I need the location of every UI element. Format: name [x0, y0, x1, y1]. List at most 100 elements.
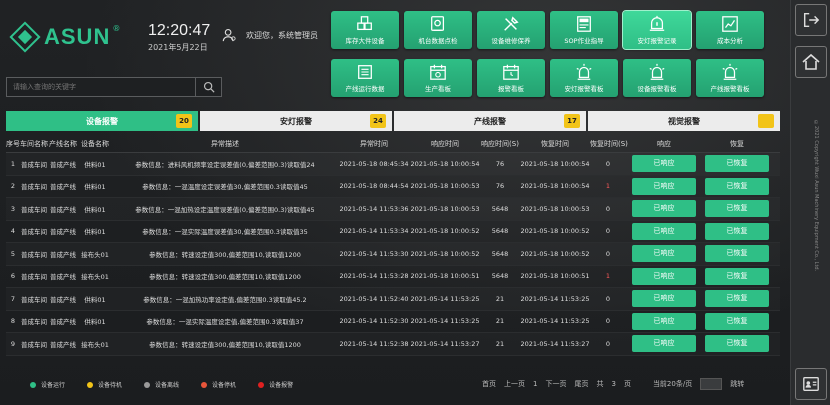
search-button[interactable]	[195, 78, 221, 96]
tab-count-badge: 20	[176, 114, 192, 128]
menu-tile-production-board[interactable]: 生产看板	[404, 59, 472, 97]
device-alarm-icon	[649, 63, 665, 80]
table-cell: 2021-05-18 10:00:52	[520, 249, 590, 258]
table-cell: 5648	[491, 227, 509, 236]
responded-button[interactable]: 已响应	[632, 245, 696, 263]
legend-dot	[258, 381, 265, 388]
menu-tile-line-alarm-board[interactable]: 产线报警看板	[696, 59, 764, 97]
legend-dot	[87, 381, 94, 388]
menu-tile-line-data[interactable]: 产线运行数据	[331, 59, 399, 97]
tab-label: 视觉报警	[668, 116, 700, 126]
table-cell: 8	[10, 317, 16, 326]
contact-card-button[interactable]	[795, 368, 827, 400]
responded-button[interactable]: 已响应	[632, 290, 696, 308]
last-page-link[interactable]: 尾页	[574, 379, 588, 389]
recovered-button[interactable]: 已恢复	[705, 312, 769, 330]
table-cell: 接布头01	[81, 250, 109, 259]
column-header: 恢复	[730, 139, 744, 148]
tab-andon-alarm[interactable]: 安灯报警 24	[200, 111, 392, 131]
goto-page-input[interactable]	[700, 378, 723, 390]
responded-button[interactable]: 已响应	[632, 267, 696, 285]
table-row: 5 普成车间 普成产线 接布头01 参数信息：转速设定值300,偏差范围10,读取值12…	[6, 243, 780, 266]
brand-name: ASUN	[44, 24, 111, 49]
recovered-button[interactable]: 已恢复	[705, 290, 769, 308]
tab-label: 产线报警	[474, 116, 506, 126]
search-bar	[6, 77, 222, 97]
tile-label: 安灯报警看板	[564, 85, 604, 93]
table-cell: 0	[605, 249, 611, 258]
table-cell: 5	[10, 249, 16, 258]
clock: 12:20:47 2021年5月22日	[148, 22, 210, 53]
table-cell: 21	[495, 317, 505, 326]
recovery-cell: 已恢复	[702, 290, 772, 308]
tile-label: 设备报警看板	[637, 85, 677, 93]
table-cell: 2021-05-18 10:00:52	[520, 227, 590, 236]
sop-doc-icon	[577, 16, 591, 32]
menu-tile-inventory[interactable]: 库存大件设备	[331, 11, 399, 49]
recovered-button[interactable]: 已恢复	[705, 335, 769, 353]
table-cell: 参数信息：一混温度设定误差值30,偏差范围0.3读取值45	[142, 183, 308, 192]
alarm-bell-icon	[649, 15, 665, 31]
menu-tile-andon-board[interactable]: 安灯报警看板	[550, 59, 618, 97]
recovered-button[interactable]: 已恢复	[705, 200, 769, 218]
table-header: 序号 车间名称 产线名称 设备名称 异常描述 异常时间 响应时间 响应时间(S)…	[6, 135, 780, 153]
table-cell: 供料01	[84, 228, 106, 237]
table-cell: 5648	[491, 249, 509, 258]
table-cell: 0	[605, 339, 611, 348]
home-button[interactable]	[795, 46, 827, 78]
recovery-cell: 已恢复	[702, 245, 772, 263]
responded-button[interactable]: 已响应	[632, 200, 696, 218]
table-cell: 2021-05-18 10:00:54	[410, 159, 480, 168]
tools-icon	[504, 16, 519, 31]
responded-button[interactable]: 已响应	[632, 177, 696, 195]
table-cell: 0	[605, 159, 611, 168]
responded-button[interactable]: 已响应	[632, 222, 696, 240]
recovered-button[interactable]: 已恢复	[705, 267, 769, 285]
brand-logo: ASUN ®	[9, 21, 120, 53]
menu-tile-machine-check[interactable]: 机台数据点检	[404, 11, 472, 49]
column-header: 设备名称	[81, 139, 109, 148]
recovered-button[interactable]: 已恢复	[705, 155, 769, 173]
recovered-button[interactable]: 已恢复	[705, 177, 769, 195]
table-cell: 普成车间	[21, 340, 47, 349]
tab-vision-alarm[interactable]: 视觉报警	[588, 111, 780, 131]
tab-device-alarm[interactable]: 设备报警 20	[6, 111, 198, 131]
chart-icon	[722, 16, 738, 32]
table-cell: 21	[495, 294, 505, 303]
menu-tile-cost[interactable]: 成本分析	[696, 11, 764, 49]
search-input[interactable]	[7, 78, 195, 96]
recovered-button[interactable]: 已恢复	[705, 245, 769, 263]
legend-label: 设备运行	[41, 382, 66, 389]
menu-tile-andon-record[interactable]: 安灯报警记录	[622, 10, 692, 50]
table-cell: 2021-05-14 11:53:25	[520, 294, 590, 303]
table-row: 4 普成车间 普成产线 供料01 参数信息：一混实际温度误差值30,偏差范围0.3读取值…	[6, 221, 780, 243]
table-cell: 0	[605, 227, 611, 236]
table-cell: 普成产线	[50, 318, 76, 327]
goto-button[interactable]: 跳转	[730, 379, 744, 389]
tile-label: 库存大件设备	[345, 37, 385, 45]
prev-page-link[interactable]: 上一页	[504, 379, 525, 389]
responded-button[interactable]: 已响应	[632, 335, 696, 353]
table-cell: 2021-05-14 11:52:40	[339, 294, 409, 303]
menu-tile-alarm-board[interactable]: 报警看板	[477, 59, 545, 97]
next-page-link[interactable]: 下一页	[545, 379, 566, 389]
table-cell: 1	[605, 272, 611, 281]
user-name: 欢迎您，系统管理员	[246, 30, 318, 40]
responded-button[interactable]: 已响应	[632, 312, 696, 330]
tab-line-alarm[interactable]: 产线报警 17	[394, 111, 586, 131]
user-info[interactable]: 欢迎您，系统管理员	[222, 28, 318, 42]
column-header: 车间名称	[20, 139, 48, 148]
menu-tile-sop[interactable]: SOP作业指导	[550, 11, 618, 49]
column-header: 恢复时间(S)	[590, 139, 628, 148]
response-cell: 已响应	[626, 267, 702, 285]
table-row: 7 普成车间 普成产线 供料01 参数信息：一混加热功率设定值,偏差范围0.3读取值45…	[6, 288, 780, 311]
exit-button[interactable]	[795, 4, 827, 36]
menu-tile-device-alarm-board[interactable]: 设备报警看板	[623, 59, 691, 97]
menu-tile-maintenance[interactable]: 设备维修保养	[477, 11, 545, 49]
first-page-link[interactable]: 首页	[482, 379, 496, 389]
recovered-button[interactable]: 已恢复	[705, 222, 769, 240]
table-cell: 2021-05-18 08:44:54	[339, 182, 409, 191]
responded-button[interactable]: 已响应	[632, 155, 696, 173]
table-cell: 参数信息：转速设定值300,偏差范围10,读取值1200	[149, 340, 301, 349]
table-cell: 2021-05-18 10:00:52	[410, 249, 480, 258]
